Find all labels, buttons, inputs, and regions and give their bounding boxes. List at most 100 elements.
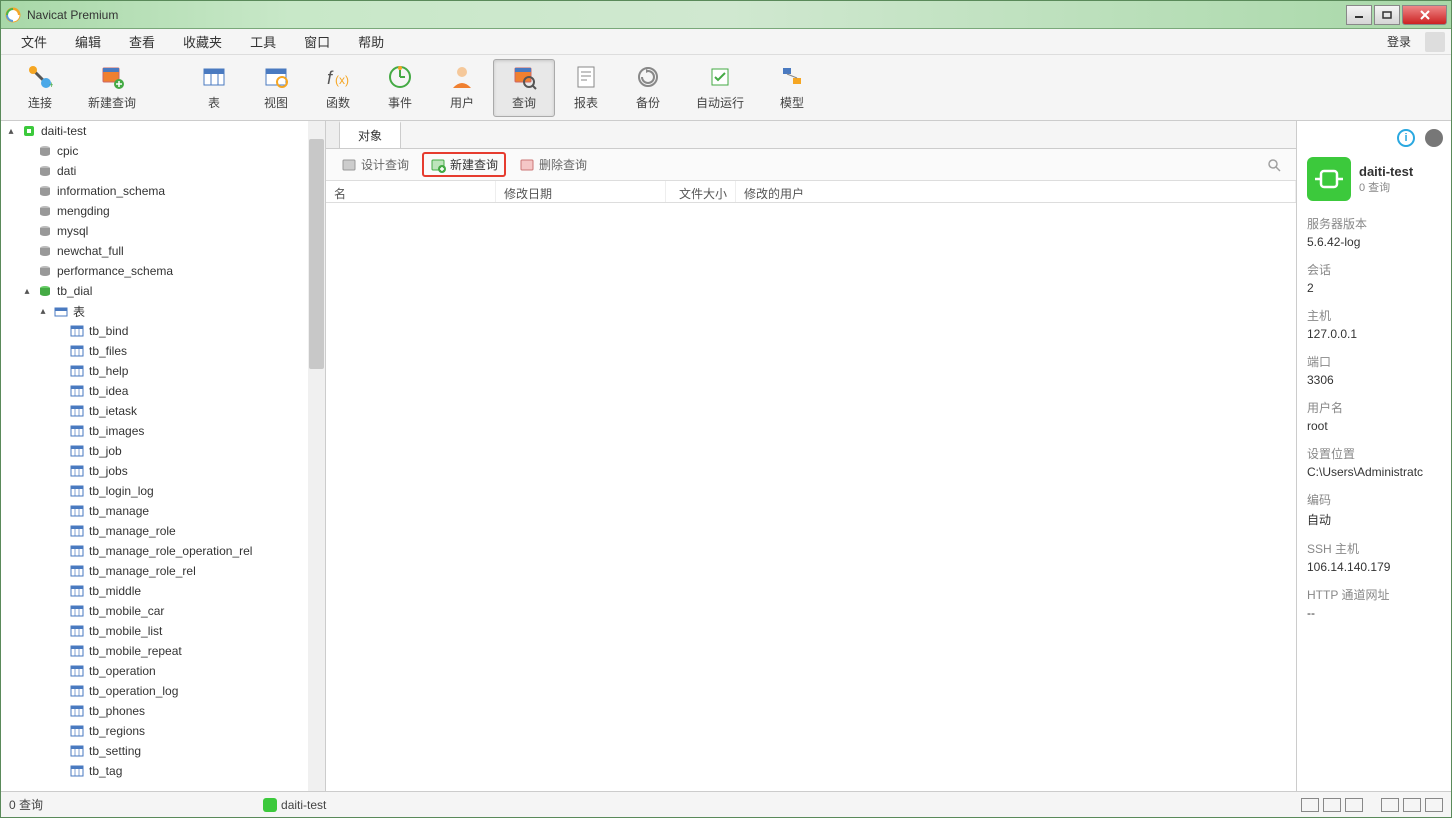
- tree-table[interactable]: tb_bind: [1, 321, 308, 341]
- tree-table[interactable]: tb_setting: [1, 741, 308, 761]
- tree-table[interactable]: tb_mobile_list: [1, 621, 308, 641]
- automation-icon: [707, 64, 733, 90]
- toolbar-query-button[interactable]: 查询: [493, 59, 555, 117]
- tree-database[interactable]: newchat_full: [1, 241, 308, 261]
- design-query-label: 设计查询: [361, 156, 409, 173]
- toolbar-label: 函数: [326, 94, 350, 111]
- tree-table[interactable]: tb_idea: [1, 381, 308, 401]
- col-user[interactable]: 修改的用户: [736, 181, 1296, 202]
- menu-edit[interactable]: 编辑: [61, 28, 115, 55]
- tree-item-icon: [37, 264, 53, 278]
- tree-item-icon: [69, 404, 85, 418]
- tree-table[interactable]: tb_middle: [1, 581, 308, 601]
- tree-item-label: tb_mobile_car: [89, 604, 164, 618]
- delete-query-button[interactable]: 删除查询: [510, 152, 596, 177]
- tree-table[interactable]: tb_operation: [1, 661, 308, 681]
- tree-table[interactable]: tb_mobile_repeat: [1, 641, 308, 661]
- tree-item-icon: [69, 344, 85, 358]
- search-icon[interactable]: [1266, 157, 1282, 173]
- tree-database[interactable]: mysql: [1, 221, 308, 241]
- minimize-button[interactable]: [1346, 5, 1372, 25]
- maximize-button[interactable]: [1374, 5, 1400, 25]
- new-query-button[interactable]: 新建查询: [422, 152, 506, 177]
- toolbar-report-button[interactable]: 报表: [555, 59, 617, 117]
- tree-database[interactable]: performance_schema: [1, 261, 308, 281]
- col-modified[interactable]: 修改日期: [496, 181, 666, 202]
- toolbar: +连接新建查询表 视图f(x)函数事件用户查询报表备份自动运行模型: [1, 55, 1451, 121]
- tree-toggle-icon[interactable]: ▴: [21, 286, 33, 297]
- tree-item-label: mengding: [57, 204, 110, 218]
- eye-icon[interactable]: [1425, 129, 1443, 147]
- tree-table[interactable]: tb_ietask: [1, 401, 308, 421]
- tree-database[interactable]: cpic: [1, 141, 308, 161]
- tree-database[interactable]: dati: [1, 161, 308, 181]
- tree-table[interactable]: tb_manage_role_operation_rel: [1, 541, 308, 561]
- new-query-icon: [430, 157, 446, 173]
- toolbar-model-button[interactable]: 模型: [761, 59, 823, 117]
- menu-file[interactable]: 文件: [7, 28, 61, 55]
- tree-item-icon: [21, 124, 37, 138]
- tree-item-icon: [69, 464, 85, 478]
- report-icon: [573, 64, 599, 90]
- close-button[interactable]: [1402, 5, 1447, 25]
- tab-object[interactable]: 对象: [340, 121, 401, 148]
- layout-2-icon[interactable]: [1403, 798, 1421, 812]
- toolbar-function-button[interactable]: f(x)函数: [307, 59, 369, 117]
- connection-name: daiti-test: [1359, 164, 1413, 179]
- tree-item-label: tb_bind: [89, 324, 128, 338]
- tree-table[interactable]: tb_manage: [1, 501, 308, 521]
- main-area: ▴daiti-testcpicdatiinformation_schemamen…: [1, 121, 1451, 791]
- tree-table[interactable]: tb_manage_role_rel: [1, 561, 308, 581]
- tree-database[interactable]: mengding: [1, 201, 308, 221]
- toolbar-backup-button[interactable]: 备份: [617, 59, 679, 117]
- tree-table[interactable]: tb_login_log: [1, 481, 308, 501]
- toolbar-event-button[interactable]: 事件: [369, 59, 431, 117]
- tree-table[interactable]: tb_job: [1, 441, 308, 461]
- tree-table[interactable]: tb_manage_role: [1, 521, 308, 541]
- tree-database[interactable]: information_schema: [1, 181, 308, 201]
- menu-favorites[interactable]: 收藏夹: [169, 28, 236, 55]
- menu-tools[interactable]: 工具: [236, 28, 290, 55]
- layout-1-icon[interactable]: [1381, 798, 1399, 812]
- col-size[interactable]: 文件大小: [666, 181, 736, 202]
- toolbar-user-button[interactable]: 用户: [431, 59, 493, 117]
- tree-tables-folder[interactable]: ▴表: [1, 301, 308, 321]
- tree-database-open[interactable]: ▴tb_dial: [1, 281, 308, 301]
- tree-table[interactable]: tb_regions: [1, 721, 308, 741]
- toolbar-label: 连接: [28, 94, 52, 111]
- menu-help[interactable]: 帮助: [344, 28, 398, 55]
- toolbar-connect-button[interactable]: +连接: [9, 59, 71, 117]
- view-detail-icon[interactable]: [1345, 798, 1363, 812]
- tree-table[interactable]: tb_files: [1, 341, 308, 361]
- tree-table[interactable]: tb_phones: [1, 701, 308, 721]
- layout-3-icon[interactable]: [1425, 798, 1443, 812]
- tree-toggle-icon[interactable]: ▴: [37, 306, 49, 317]
- toolbar-new-query-button[interactable]: 新建查询: [71, 59, 153, 117]
- tree-item-label: tb_setting: [89, 744, 141, 758]
- statusbar: 0 查询 daiti-test: [1, 791, 1451, 817]
- tree-item-icon: [37, 244, 53, 258]
- tree-table[interactable]: tb_tag: [1, 761, 308, 781]
- toolbar-view-button[interactable]: 视图: [245, 59, 307, 117]
- app-window: Navicat Premium 文件 编辑 查看 收藏夹 工具 窗口 帮助 登录…: [0, 0, 1452, 818]
- col-name[interactable]: 名: [326, 181, 496, 202]
- tree-table[interactable]: tb_mobile_car: [1, 601, 308, 621]
- menu-view[interactable]: 查看: [115, 28, 169, 55]
- menu-window[interactable]: 窗口: [290, 28, 344, 55]
- sidebar-scrollbar[interactable]: [308, 121, 325, 791]
- toolbar-automation-button[interactable]: 自动运行: [679, 59, 761, 117]
- toolbar-table-button[interactable]: 表: [183, 59, 245, 117]
- tree-toggle-icon[interactable]: ▴: [5, 126, 17, 137]
- login-button[interactable]: 登录: [1379, 29, 1419, 54]
- avatar-icon[interactable]: [1425, 32, 1445, 52]
- tree-table[interactable]: tb_operation_log: [1, 681, 308, 701]
- view-grid-icon[interactable]: [1301, 798, 1319, 812]
- info-icon[interactable]: i: [1397, 129, 1415, 147]
- tree-connection[interactable]: ▴daiti-test: [1, 121, 308, 141]
- toolbar-label: 表: [208, 94, 220, 111]
- tree-table[interactable]: tb_help: [1, 361, 308, 381]
- tree-table[interactable]: tb_jobs: [1, 461, 308, 481]
- tree-table[interactable]: tb_images: [1, 421, 308, 441]
- design-query-button[interactable]: 设计查询: [332, 152, 418, 177]
- view-list-icon[interactable]: [1323, 798, 1341, 812]
